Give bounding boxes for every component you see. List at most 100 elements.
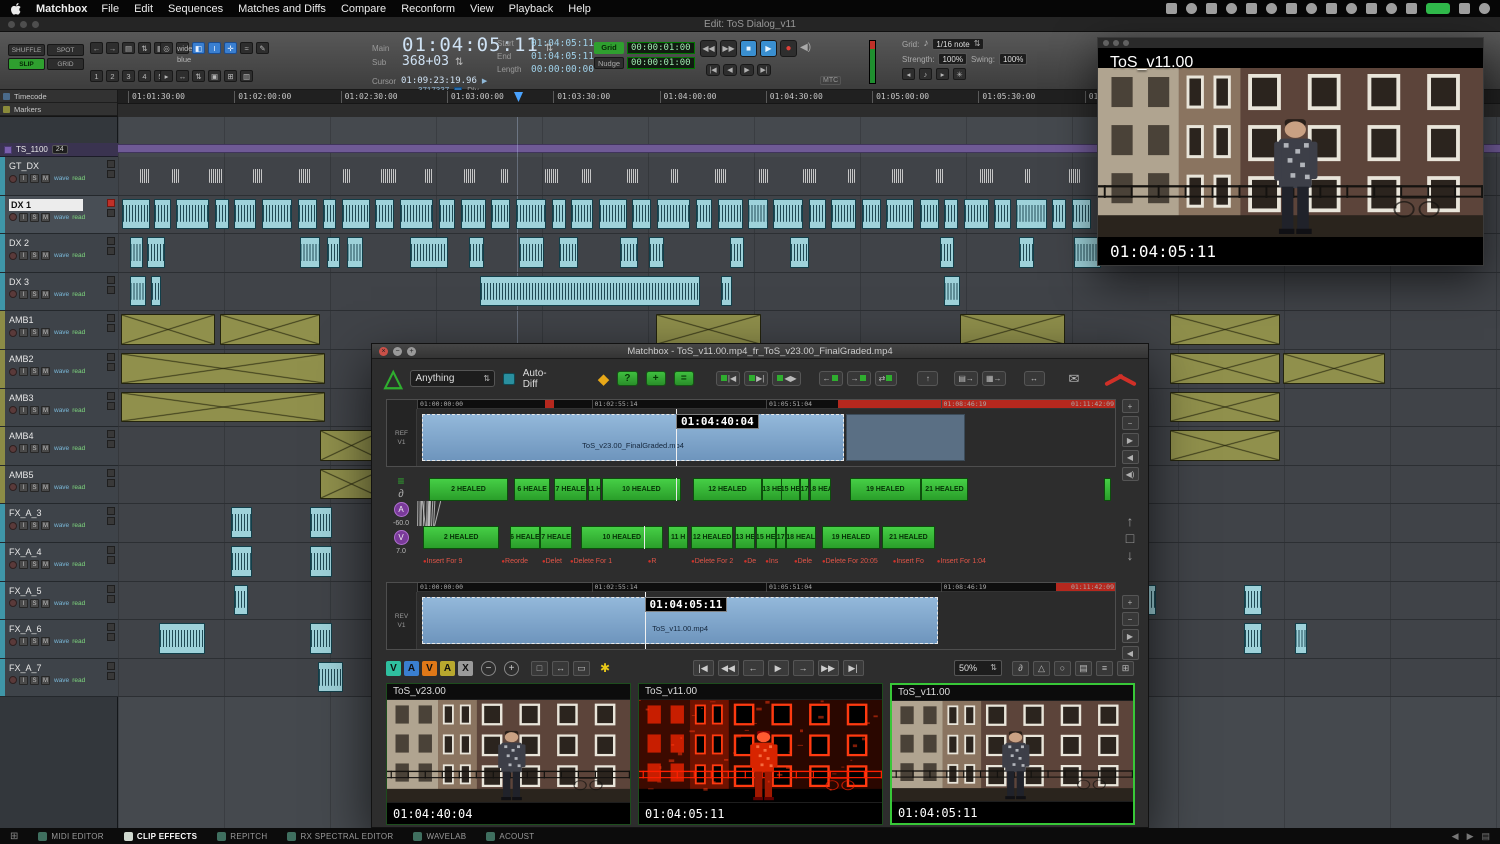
go-to-start-button[interactable]: |◀ [706,64,720,76]
forward-button[interactable]: ▶ [740,64,754,76]
audio-clip[interactable] [671,169,678,183]
rail-zoom-out-button[interactable]: − [1122,612,1139,626]
track-i-button[interactable]: I [19,174,28,183]
settings-button[interactable]: ✳ [953,68,966,80]
audio-clip[interactable] [1295,623,1306,654]
dock-item-acoust[interactable]: ACOUST [486,832,534,841]
post-roll-button[interactable]: ▸ [936,68,949,80]
track-automation-mode[interactable]: read [72,445,85,452]
minimize-icon[interactable]: − [393,347,402,356]
track-i-button[interactable]: I [19,444,28,453]
track-aux-button[interactable] [107,237,115,245]
track-header-fx-a-6[interactable]: FX_A_6ISMwaveread [0,620,118,659]
resync-button[interactable]: ↔ [1024,371,1045,386]
zoom-in-button[interactable]: + [504,661,519,676]
record-enable-button[interactable] [9,676,17,684]
track-view-selector[interactable]: wave [54,600,69,607]
audio-clip[interactable] [545,169,559,183]
track-aux-button[interactable] [107,662,115,670]
x-track-button[interactable]: X [458,661,473,676]
healed-block[interactable]: 21 HEALED [882,526,935,549]
export-up-button[interactable]: ↑ [917,371,938,386]
track-m-button[interactable]: M [41,174,50,183]
audio-clip[interactable] [310,623,332,654]
record-indicator-button[interactable]: ○ [1054,661,1071,676]
track-i-button[interactable]: I [19,676,28,685]
close-icon[interactable]: × [379,347,388,356]
audio-clip[interactable] [1170,353,1281,384]
menu-file[interactable]: File [101,3,119,15]
audio-clip[interactable] [790,237,809,268]
track-header-amb1[interactable]: AMB1ISMwaveread [0,311,118,350]
track-name[interactable]: DX 3 [9,276,83,288]
record-enable-button[interactable] [9,483,17,491]
track-s-button[interactable]: S [30,444,39,453]
audio-clip[interactable] [1244,623,1262,654]
track-i-button[interactable]: I [19,560,28,569]
track-header-amb4[interactable]: AMB4ISMwaveread [0,427,118,466]
track-i-button[interactable]: I [19,521,28,530]
match-type-select[interactable]: Anything ⇅ [410,370,495,387]
audio-clip[interactable] [310,507,332,538]
record-enable-button[interactable] [9,175,17,183]
track-m-button[interactable]: M [41,676,50,685]
fast-forward-button[interactable]: ▶▶ [720,40,737,57]
video-b-track-button[interactable]: V [422,661,437,676]
trim-mode-button[interactable]: ▭ [573,661,590,676]
audio-clip[interactable] [748,199,767,230]
strength-value[interactable]: 100% [938,53,966,65]
audio-clip[interactable] [620,237,638,268]
revised-lane[interactable]: ToS_v11.00.mp401:04:05:11 [417,592,1115,649]
pulse-icon[interactable] [1206,3,1217,14]
audio-clip[interactable] [1016,199,1046,230]
dock-item-midi-editor[interactable]: MIDI EDITOR [38,832,104,841]
track-header-fx-a-7[interactable]: FX_A_7ISMwaveread [0,659,118,698]
display-icon[interactable] [1226,3,1237,14]
track-view-selector[interactable]: wave [54,561,69,568]
jump-fwd-button[interactable]: ▶▶ [818,660,839,676]
audio-clip[interactable] [759,169,767,183]
audio-clip[interactable] [234,585,248,616]
audio-clip[interactable] [410,237,449,268]
menu-sequences[interactable]: Sequences [168,3,223,15]
audio-clip[interactable] [848,169,855,183]
mode-spot-button[interactable]: SPOT [47,44,84,56]
track-view-selector[interactable]: wave [54,175,69,182]
record-enable-button[interactable] [9,368,17,376]
track-s-button[interactable]: S [30,521,39,530]
go-start-button[interactable]: |◀ [693,660,714,676]
healed-block[interactable]: 2 HEALED [429,478,507,501]
ruler-row-timecode[interactable]: Timecode [0,90,117,103]
pt-titlebar[interactable]: Edit: ToS Dialog_v11 [0,17,1500,32]
track-aux-button[interactable] [107,286,115,294]
audio-clip[interactable] [159,623,205,654]
audio-clip[interactable] [151,276,161,307]
swing-value[interactable]: 100% [999,53,1027,65]
audio-clip[interactable] [121,392,326,423]
switch-icon[interactable] [1459,3,1470,14]
audio-clip[interactable] [571,199,593,230]
audio-clip[interactable] [944,199,958,230]
sequence-export-button[interactable]: ▤→ [954,371,978,386]
track-aux-button[interactable] [107,276,115,284]
comparison-thumbnail-2[interactable]: ToS_v11.0001:04:05:11 [638,683,883,825]
track-s-button[interactable]: S [30,367,39,376]
zoom-preset-4[interactable]: 4 [138,70,151,82]
audio-clip[interactable] [831,199,856,230]
healed-block[interactable]: 6 HEALE [514,478,550,501]
rail-zoom-out-button[interactable]: − [1122,416,1139,430]
audio-clip[interactable] [425,169,433,183]
zoom-right-button[interactable]: → [106,42,119,54]
zoomer-tool[interactable]: ◎ [160,42,173,54]
track-s-button[interactable]: S [30,676,39,685]
track-s-button[interactable]: S [30,560,39,569]
track-view-selector[interactable]: wave [54,677,69,684]
track-header-gt-dx[interactable]: GT_DXISMwaveread [0,157,118,196]
dock-prev-icon[interactable]: ◀ [1452,831,1459,842]
track-s-button[interactable]: S [30,251,39,260]
zoom-left-button[interactable]: ← [90,42,103,54]
track-view-selector[interactable]: wave [54,522,69,529]
menu-help[interactable]: Help [568,3,591,15]
track-i-button[interactable]: I [19,599,28,608]
audio-clip[interactable] [122,199,150,230]
